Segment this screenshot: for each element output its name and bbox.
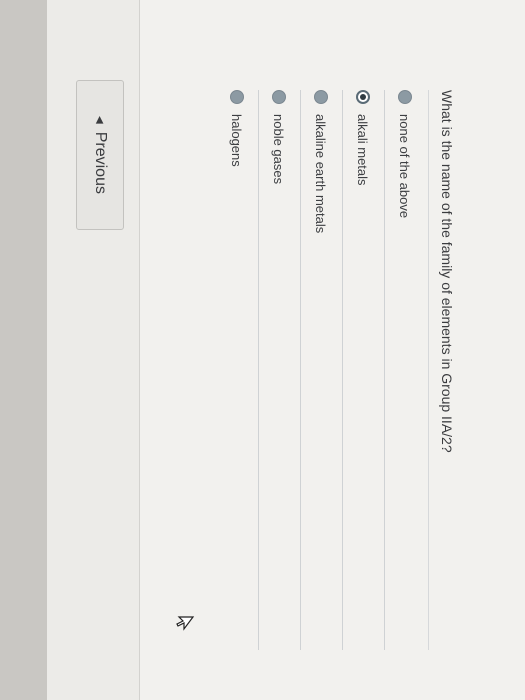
- radio-button[interactable]: [398, 90, 412, 104]
- option-alkali-metals[interactable]: alkali metals: [342, 90, 383, 650]
- navigation-bar: ◀ Previous: [47, 0, 140, 700]
- option-label: noble gases: [271, 114, 287, 185]
- left-screen-frame: [0, 0, 49, 700]
- option-none-of-the-above[interactable]: none of the above: [384, 90, 425, 650]
- radio-button-selected[interactable]: [356, 90, 370, 104]
- question-text: What is the name of the family of elemen…: [439, 90, 455, 453]
- radio-button[interactable]: [314, 90, 328, 104]
- radio-button[interactable]: [272, 90, 286, 104]
- radio-button[interactable]: [230, 90, 244, 104]
- option-noble-gases[interactable]: noble gases: [258, 90, 299, 650]
- previous-label: Previous: [92, 131, 109, 194]
- option-label: alkaline earth metals: [313, 114, 329, 234]
- option-label: alkali metals: [355, 114, 371, 186]
- quiz-screen: What is the name of the family of elemen…: [47, 0, 525, 700]
- triangle-left-icon: ◀: [94, 116, 106, 124]
- previous-button[interactable]: ◀ Previous: [76, 80, 124, 230]
- option-label: halogens: [229, 114, 245, 167]
- option-halogens[interactable]: halogens: [217, 90, 257, 650]
- question-divider: [428, 90, 429, 650]
- option-label: none of the above: [397, 114, 413, 219]
- quiz-question-area: What is the name of the family of elemen…: [135, 90, 455, 670]
- mouse-pointer-icon: [176, 616, 195, 631]
- option-alkaline-earth-metals[interactable]: alkaline earth metals: [300, 90, 341, 650]
